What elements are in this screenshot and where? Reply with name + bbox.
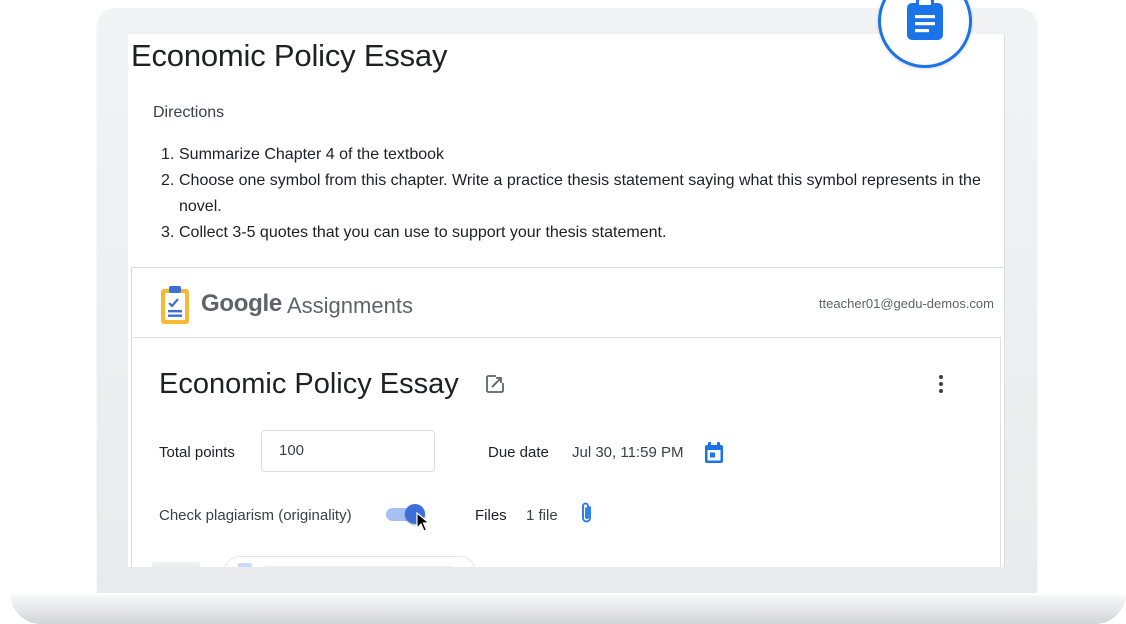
plagiarism-label: Check plagiarism (originality) [159,507,352,524]
open-in-new-icon[interactable] [485,374,505,399]
more-vert-icon[interactable] [938,374,944,399]
total-points-label: Total points [159,444,235,461]
assignments-header: Google Assignments tteacher01@gedu-demos… [131,267,1004,338]
list-item: 3. Collect 3-5 quotes that you can use t… [161,220,991,246]
directions-list: 1. Summarize Chapter 4 of the textbook 2… [161,142,991,246]
file-icon [238,563,252,567]
assignment-card: Economic Policy Essay Total points 100 D… [131,337,1001,567]
list-item: 2. Choose one symbol from this chapter. … [161,168,991,220]
list-text: Collect 3-5 quotes that you can use to s… [179,224,667,241]
brand-product-text: Assignments [287,293,413,318]
faded-text [264,566,454,567]
document-title: Economic Policy Essay [131,38,448,73]
assignment-title: Economic Policy Essay [159,368,459,400]
files-label: Files [475,507,507,524]
directions-heading: Directions [153,104,225,121]
files-value[interactable]: 1 file [526,507,558,524]
calendar-icon[interactable] [704,442,724,469]
faded-row [152,556,552,567]
clipboard-icon [907,0,943,40]
total-points-input[interactable]: 100 [261,430,435,472]
mouse-pointer-icon [416,511,431,537]
screen: Economic Policy Essay Directions 1. Summ… [128,34,1005,567]
due-date-value[interactable]: Jul 30, 11:59 PM [572,444,683,461]
user-email[interactable]: tteacher01@gedu-demos.com [819,296,994,311]
faded-label [152,562,200,567]
paperclip-icon[interactable] [580,501,594,530]
list-number: 1. [161,146,175,163]
list-number: 3. [161,224,175,241]
assignments-logo-icon [160,285,190,330]
list-item: 1. Summarize Chapter 4 of the textbook [161,142,991,168]
list-number: 2. [161,172,175,189]
due-date-label: Due date [488,444,549,461]
list-text: Summarize Chapter 4 of the textbook [179,146,445,163]
brand-google-text: Google [201,290,282,317]
list-text: Choose one symbol from this chapter. Wri… [179,172,981,215]
laptop-base [10,593,1126,624]
